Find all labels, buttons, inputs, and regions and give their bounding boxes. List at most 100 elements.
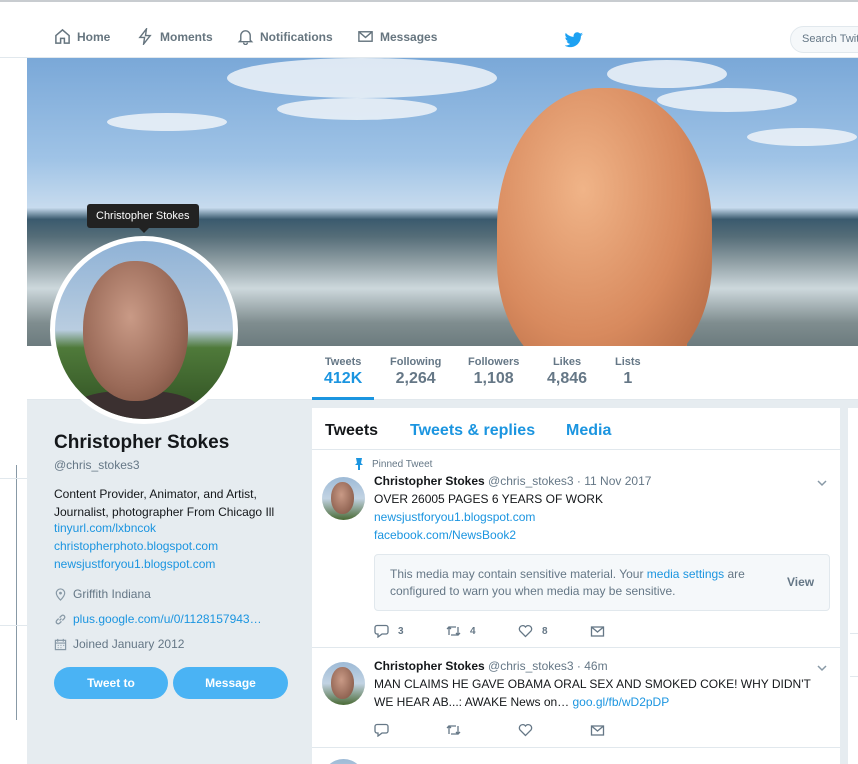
timeline: Tweets Tweets & replies Media Pinned Twe… [312,408,840,764]
retweet-button[interactable]: 4 [446,624,518,638]
tweet-meta: @chris_stokes3 · 46m [488,659,608,673]
profile-name[interactable]: Christopher Stokes [54,432,229,454]
tweet-author[interactable]: Christopher Stokes @chris_stokes3 · 46m [374,659,608,673]
stat-value: 4,846 [547,370,588,387]
heart-icon [518,624,533,638]
pin-icon [355,458,363,470]
left-edge [0,400,27,764]
bio-link[interactable]: newsjustforyou1.blogspot.com [54,557,215,571]
stat-tweets[interactable]: Tweets 412K [311,356,375,400]
nav-moments[interactable]: Moments [137,28,213,45]
stat-lists[interactable]: Lists 1 [615,356,641,388]
message-button[interactable]: Message [173,667,288,699]
tweet-text: MAN CLAIMS HE GAVE OBAMA ORAL SEX AND SM… [374,675,830,711]
pinned-indicator: Pinned Tweet [354,458,432,470]
like-button[interactable]: 8 [518,624,590,638]
divider [16,465,17,720]
stat-label: Following [390,356,442,368]
right-edge [848,408,858,764]
retweet-button[interactable] [446,723,518,737]
stat-likes[interactable]: Likes 4,846 [547,356,587,388]
reply-count: 3 [398,625,404,637]
stat-following[interactable]: Following 2,264 [390,356,441,388]
avatar-tooltip: Christopher Stokes [87,204,199,233]
dm-button[interactable] [590,624,662,638]
nav-home[interactable]: Home [54,28,110,45]
tweet-link[interactable]: facebook.com/NewsBook2 [374,526,834,544]
twitter-profile-page: Home Moments Notifications Messages Sear… [0,0,858,764]
tweet-item[interactable]: Pinned Tweet Christopher Stokes @chris_s… [312,450,840,648]
tweet-link[interactable]: goo.gl/fb/wD2pDP [573,695,670,709]
stat-label: Followers [468,356,520,368]
tweet-item[interactable]: Christopher Stokes @chris_stokes3 · 46m … [312,648,840,748]
tweet-link[interactable]: newsjustforyou1.blogspot.com [374,508,834,526]
nav-messages-label: Messages [380,29,438,44]
twitter-bird-icon[interactable] [565,32,584,48]
tweet-meta: @chris_stokes3 · 11 Nov 2017 [488,474,652,488]
sensitive-pre: This media may contain sensitive materia… [390,567,647,581]
like-button[interactable] [518,723,590,737]
heart-icon [518,723,533,737]
search-input[interactable]: Search Twit [790,26,858,53]
divider [850,676,858,677]
calendar-icon [54,638,67,650]
view-sensitive-button[interactable]: View [787,575,814,589]
stat-label: Tweets [324,356,362,368]
stat-followers[interactable]: Followers 1,108 [468,356,519,388]
stat-value: 2,264 [395,370,436,387]
envelope-icon [590,725,605,736]
chevron-down-icon[interactable] [816,662,828,674]
home-icon [55,28,70,44]
tweet-item[interactable] [312,748,840,764]
nav-notifications-label: Notifications [260,29,333,44]
avatar[interactable] [50,236,238,424]
tweet-actions: 3 4 8 [374,624,662,638]
location-pin-icon [55,587,66,601]
profile-bio: Content Provider, Animator, and Artist, … [54,487,275,519]
nav-messages[interactable]: Messages [357,28,437,45]
profile-joined: Joined January 2012 [54,637,184,651]
reply-button[interactable] [374,723,446,737]
pinned-label: Pinned Tweet [372,458,433,470]
envelope-icon [590,626,605,637]
stat-label: Lists [615,356,641,368]
profile-website[interactable]: plus.google.com/u/0/1128157943… [54,612,262,626]
tab-tweets[interactable]: Tweets [325,422,378,440]
sensitive-media-notice: This media may contain sensitive materia… [374,554,830,611]
banner-face [497,88,712,346]
bell-icon [237,30,254,45]
nav-home-label: Home [77,29,111,44]
website-link[interactable]: plus.google.com/u/0/1128157943… [73,612,262,626]
nav-notifications[interactable]: Notifications [237,28,333,45]
media-settings-link[interactable]: media settings [647,567,724,581]
dm-button[interactable] [590,723,662,737]
stat-label: Likes [552,356,582,368]
tweet-author-name: Christopher Stokes [374,659,485,673]
tweet-author[interactable]: Christopher Stokes @chris_stokes3 · 11 N… [374,474,651,488]
tweet-text: OVER 26005 PAGES 6 YEARS OF WORK newsjus… [374,490,834,544]
tab-media[interactable]: Media [566,422,611,440]
reply-icon [374,624,389,638]
tweet-avatar[interactable] [322,759,365,764]
location-text: Griffith Indiana [73,587,151,601]
retweet-count: 4 [470,625,476,637]
profile-location: Griffith Indiana [54,587,151,601]
profile-handle[interactable]: @chris_stokes3 [54,458,140,472]
tab-tweets-replies[interactable]: Tweets & replies [410,422,535,440]
reply-button[interactable]: 3 [374,624,446,638]
joined-text: Joined January 2012 [73,637,185,651]
tweet-body: OVER 26005 PAGES 6 YEARS OF WORK [374,492,603,506]
chevron-down-icon[interactable] [816,477,828,489]
like-count: 8 [542,625,548,637]
top-navigation: Home Moments Notifications Messages Sear… [0,0,858,58]
bio-link[interactable]: christopherphoto.blogspot.com [54,539,218,553]
bio-link[interactable]: tinyurl.com/lxbncok [54,521,156,535]
divider [0,478,27,479]
tweet-avatar[interactable] [322,477,365,520]
stat-value: 412K [324,370,363,387]
nav-moments-label: Moments [160,29,213,44]
tweet-avatar[interactable] [322,662,365,705]
stat-value: 1,108 [473,370,514,387]
timeline-tabs: Tweets Tweets & replies Media [312,408,840,450]
tweet-to-button[interactable]: Tweet to [54,667,168,699]
